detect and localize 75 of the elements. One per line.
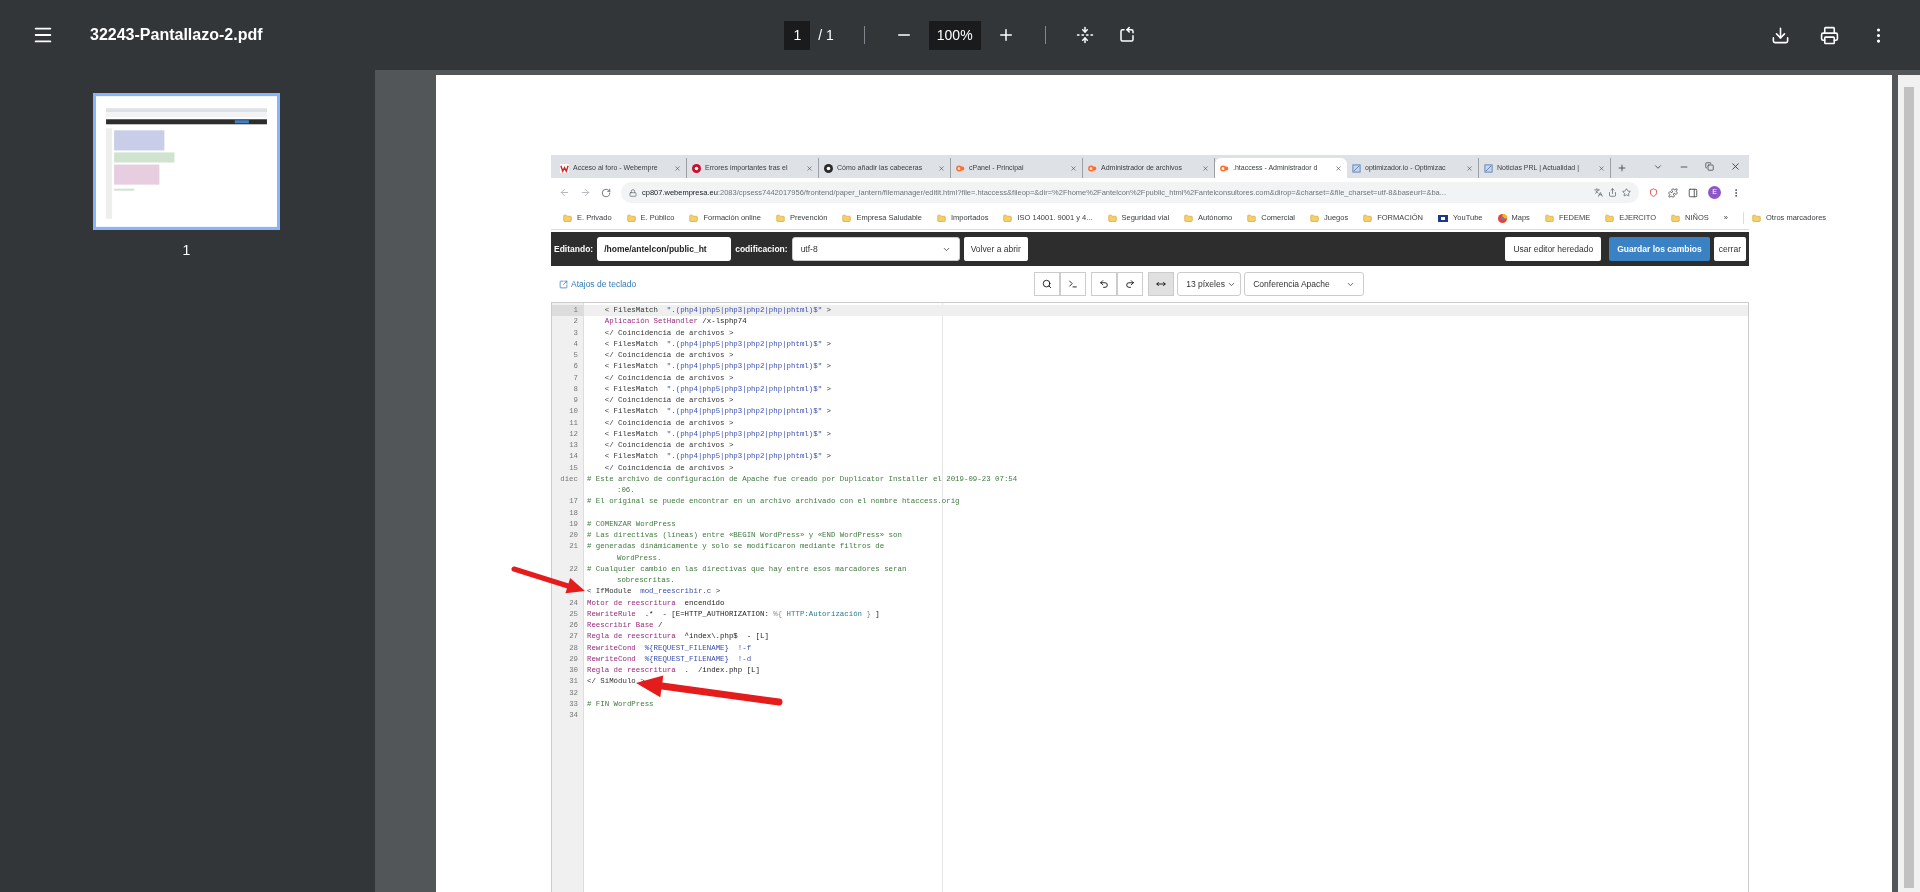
- folder-icon: [1184, 213, 1194, 223]
- cpanel-icon: [1220, 163, 1229, 173]
- search-icon[interactable]: [1034, 272, 1061, 296]
- site-icon: [1438, 214, 1449, 222]
- close-icon[interactable]: [1335, 164, 1342, 172]
- download-icon[interactable]: [1771, 25, 1790, 45]
- folder-icon: [1107, 213, 1117, 223]
- address-bar[interactable]: [621, 182, 1639, 203]
- folder-icon: [1671, 213, 1681, 223]
- side-panel-icon[interactable]: [1688, 187, 1698, 198]
- close-icon[interactable]: [1202, 164, 1209, 172]
- font-size-select[interactable]: 13 píxeles: [1177, 272, 1242, 296]
- close-button[interactable]: cerrar: [1713, 237, 1746, 261]
- folder-icon: [842, 213, 852, 223]
- shortcuts-link[interactable]: Atajos de teclado: [559, 277, 637, 291]
- site-icon: [824, 163, 833, 173]
- editing-label: Editando:: [554, 242, 594, 256]
- folder-icon: [1247, 213, 1257, 223]
- close-icon[interactable]: [1730, 161, 1741, 172]
- page-icon: [1484, 163, 1493, 173]
- new-tab-icon[interactable]: [1617, 163, 1627, 173]
- close-icon[interactable]: [806, 164, 813, 172]
- save-button[interactable]: Guardar los cambios: [1609, 237, 1710, 261]
- translate-icon[interactable]: [1594, 188, 1603, 197]
- word-wrap-icon[interactable]: [1148, 272, 1175, 296]
- site-icon: [692, 163, 701, 173]
- folder-icon: [775, 213, 785, 223]
- external-link-icon: [559, 279, 568, 289]
- site-icon: [560, 163, 569, 173]
- close-icon[interactable]: [674, 164, 681, 172]
- terminal-icon[interactable]: [1060, 272, 1087, 296]
- legacy-editor-button[interactable]: Usar editor heredado: [1505, 237, 1602, 261]
- document-title: 32243-Pantallazo-2.pdf: [90, 25, 263, 45]
- folder-icon: [563, 213, 572, 223]
- undo-icon[interactable]: [1091, 272, 1118, 296]
- maps-icon: [1497, 213, 1507, 223]
- shield-icon[interactable]: [1649, 188, 1658, 197]
- folder-icon: [1752, 213, 1762, 223]
- extensions-icon[interactable]: [1668, 187, 1678, 198]
- encoding-label: codificacion:: [735, 242, 788, 256]
- fit-page-icon[interactable]: [1075, 26, 1094, 44]
- encoding-select[interactable]: utf-8: [791, 237, 960, 261]
- folder-icon: [1363, 213, 1373, 223]
- redo-icon[interactable]: [1117, 272, 1144, 296]
- rotate-icon[interactable]: [1117, 26, 1136, 44]
- theme-select[interactable]: Conferencia Apache: [1244, 272, 1365, 296]
- print-icon[interactable]: [1820, 25, 1839, 45]
- reload-icon[interactable]: [601, 187, 611, 198]
- share-icon[interactable]: [1608, 188, 1617, 197]
- folder-icon: [936, 213, 946, 223]
- forward-icon[interactable]: [580, 187, 591, 198]
- cpanel-icon: [1088, 163, 1097, 173]
- folder-icon: [1605, 213, 1615, 223]
- scrollbar[interactable]: [1898, 75, 1920, 892]
- close-icon[interactable]: [1598, 164, 1605, 172]
- page-total: / 1: [818, 25, 834, 45]
- path-field[interactable]: /home/antelcon/public_ht: [597, 237, 732, 261]
- folder-icon: [626, 213, 636, 223]
- page-field[interactable]: 1: [784, 20, 811, 50]
- zoom-field[interactable]: 100%: [928, 20, 981, 50]
- restore-icon[interactable]: [1705, 162, 1714, 171]
- close-icon[interactable]: [1466, 164, 1473, 172]
- folder-icon: [689, 213, 699, 223]
- folder-icon: [1003, 213, 1013, 223]
- page-number: 1: [182, 241, 191, 260]
- close-icon[interactable]: [1070, 164, 1077, 172]
- back-icon[interactable]: [559, 187, 570, 198]
- close-icon[interactable]: [938, 164, 945, 172]
- cpanel-icon: [956, 163, 965, 173]
- reopen-button[interactable]: Volver a abrir: [963, 237, 1028, 261]
- star-icon[interactable]: [1622, 188, 1631, 197]
- lock-icon: [629, 188, 637, 197]
- folder-icon: [1310, 213, 1319, 223]
- page-icon: [1352, 163, 1361, 173]
- folder-icon: [1544, 213, 1554, 223]
